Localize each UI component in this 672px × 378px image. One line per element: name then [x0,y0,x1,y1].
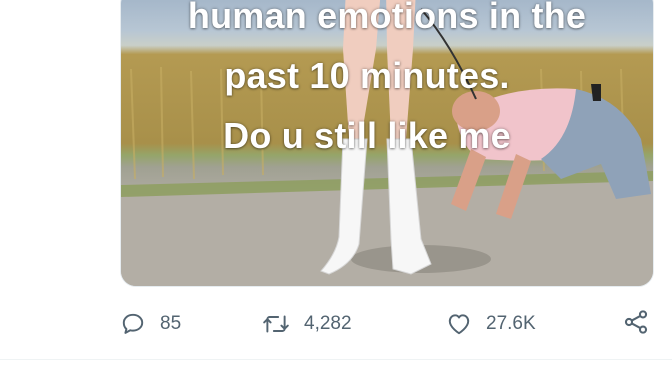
tweet-media-image[interactable]: human emotions in the past 10 minutes. D… [120,0,654,287]
retweet-button[interactable]: 4,282 [262,310,352,338]
tweet-divider [0,359,672,360]
meme-caption-line-3: Do u still like me [223,115,511,156]
like-count: 27.6K [486,313,536,334]
retweet-count: 4,282 [304,313,352,334]
tweet-action-bar: 85 4,282 27.6K [0,300,672,350]
heart-icon [448,314,470,335]
like-button[interactable]: 27.6K [446,310,536,338]
meme-caption-line-1: human emotions in the [187,0,587,36]
speech-bubble-icon [122,313,144,334]
reply-count: 85 [160,313,182,334]
share-icon [624,310,648,334]
retweet-arrows-icon [263,315,289,333]
share-button[interactable] [622,308,650,336]
reply-button[interactable]: 85 [120,310,181,338]
meme-caption-line-2: past 10 minutes. [224,55,510,96]
